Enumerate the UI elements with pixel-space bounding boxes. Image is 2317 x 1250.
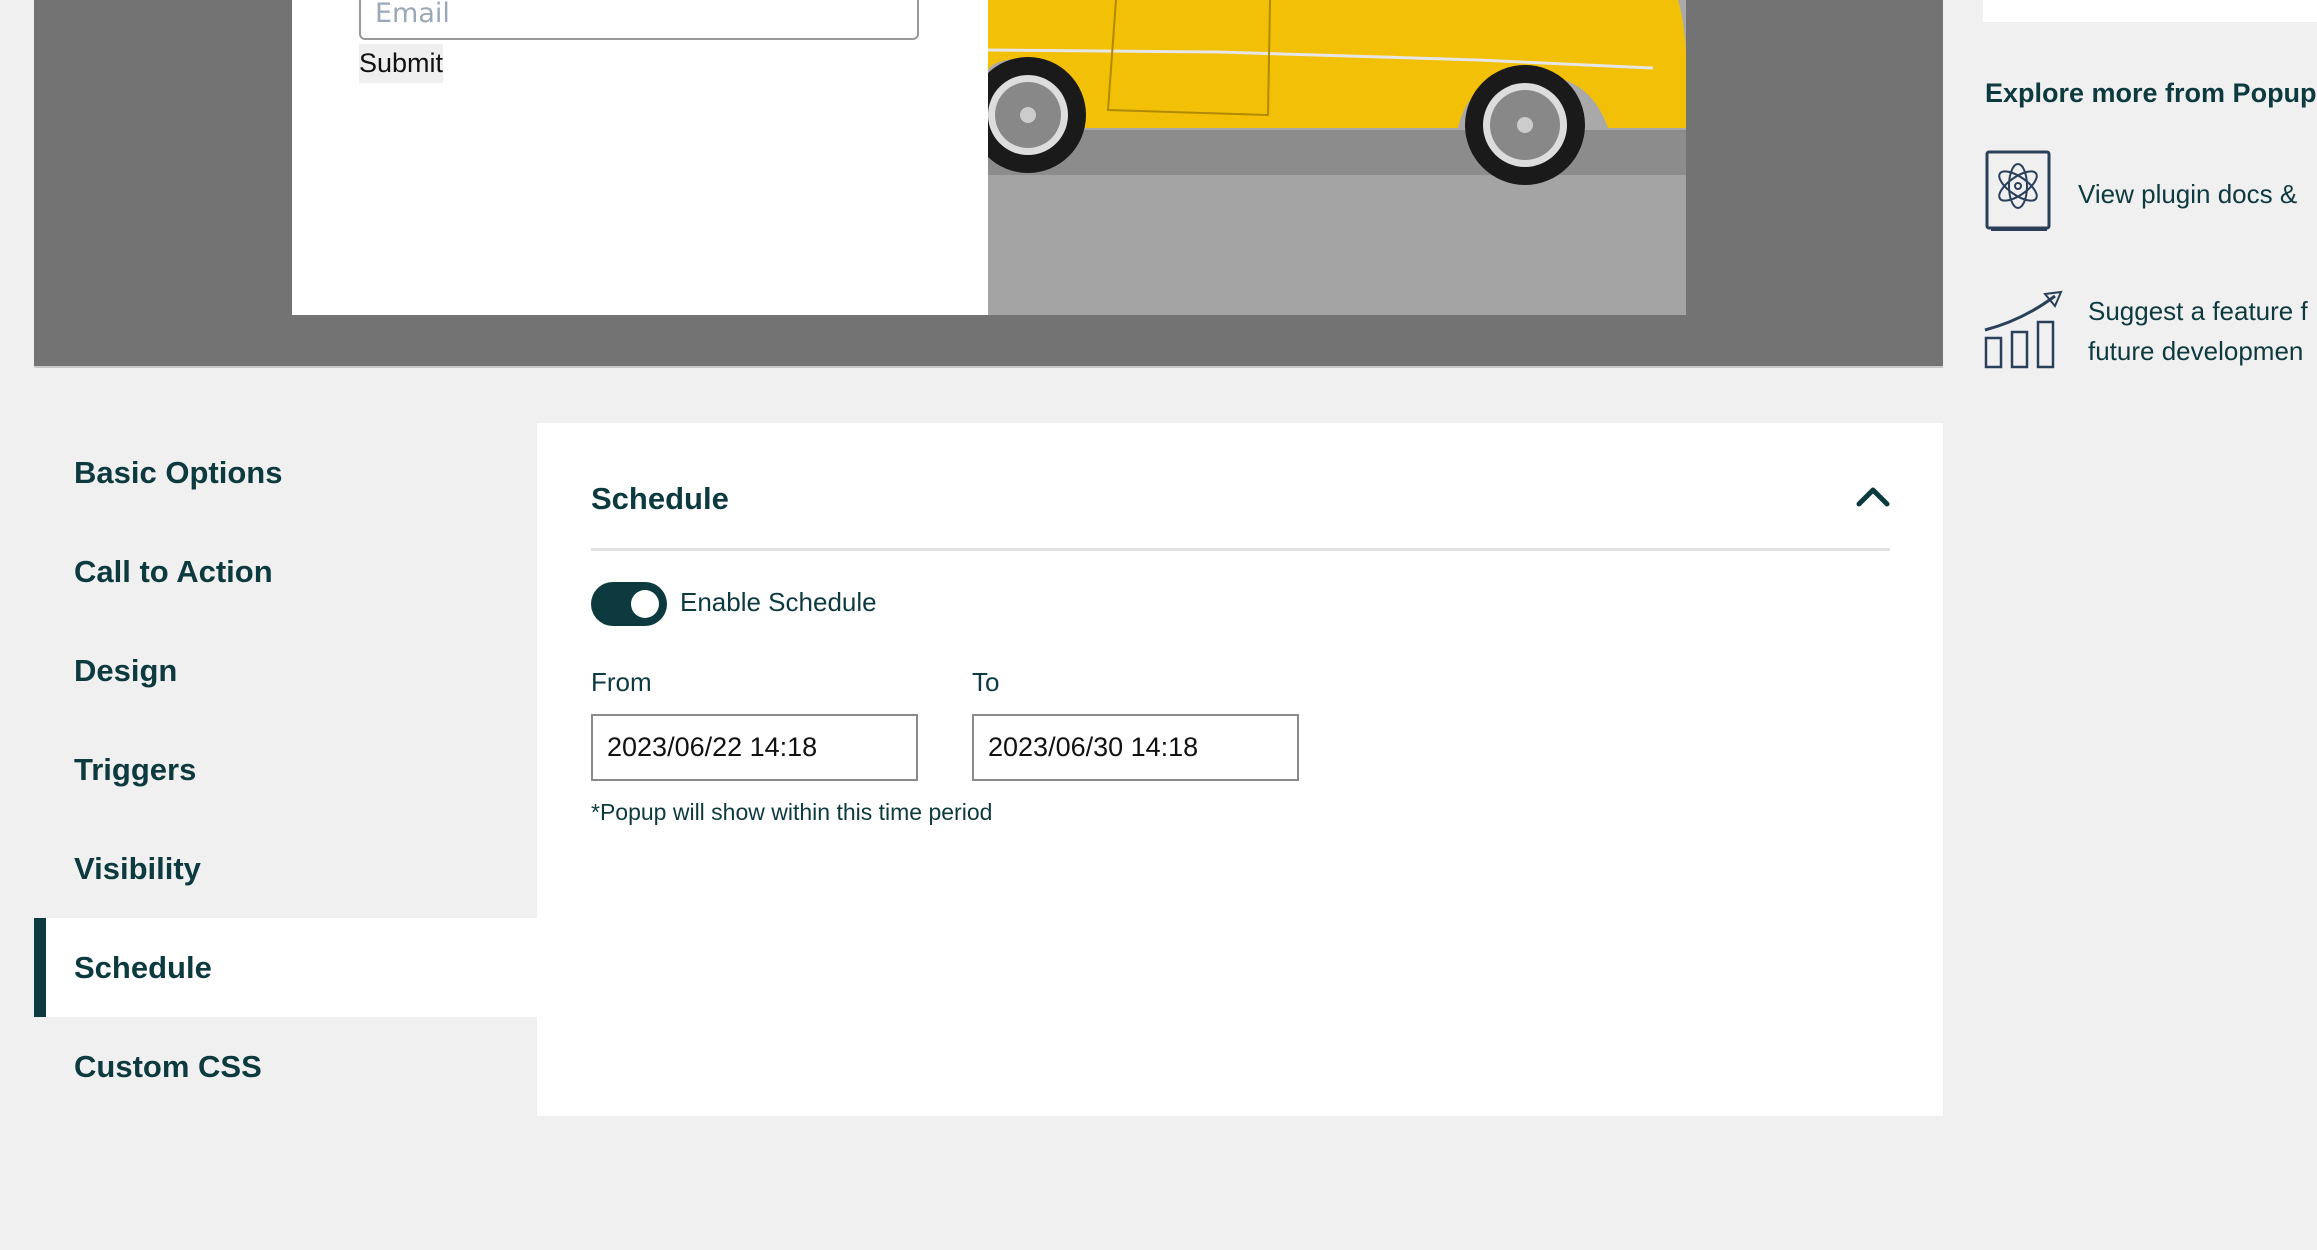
book-atom-icon <box>1985 150 2051 231</box>
suggest-feature-label-line2[interactable]: future developmen <box>2088 331 2303 371</box>
to-label: To <box>972 667 1000 697</box>
popup-image-yellow-car <box>988 0 1686 315</box>
popup-form-panel: Email Submit <box>292 0 988 315</box>
nav-item-schedule[interactable]: Schedule <box>34 918 537 1017</box>
nav-item-custom-css[interactable]: Custom CSS <box>34 1017 537 1116</box>
popup-preview: Email Submit <box>34 0 1943 368</box>
toggle-knob <box>631 590 659 618</box>
divider <box>591 548 1890 551</box>
chevron-up-icon[interactable] <box>1855 483 1891 509</box>
nav-item-basic-options[interactable]: Basic Options <box>34 423 537 522</box>
sidebar-card <box>1983 0 2317 22</box>
nav-item-call-to-action[interactable]: Call to Action <box>34 522 537 621</box>
schedule-note: *Popup will show within this time period <box>591 799 993 825</box>
nav-item-visibility[interactable]: Visibility <box>34 819 537 918</box>
nav-item-triggers[interactable]: Triggers <box>34 720 537 819</box>
email-input[interactable]: Email <box>359 0 919 40</box>
growth-chart-icon <box>1984 290 2063 369</box>
panel-title: Schedule <box>591 481 729 516</box>
suggest-feature-label-line1[interactable]: Suggest a feature f <box>2088 291 2308 331</box>
suggest-feature-link[interactable] <box>1983 290 2063 375</box>
from-datetime-input[interactable]: 2023/06/22 14:18 <box>591 714 918 781</box>
nav-item-design[interactable]: Design <box>34 621 537 720</box>
submit-button[interactable]: Submit <box>359 44 444 83</box>
schedule-panel: Schedule Enable Schedule From To 2023/06… <box>537 423 1943 1116</box>
plugin-docs-link[interactable] <box>1985 150 2051 241</box>
to-datetime-input[interactable]: 2023/06/30 14:18 <box>972 714 1299 781</box>
from-label: From <box>591 667 652 697</box>
enable-schedule-label: Enable Schedule <box>680 587 877 617</box>
explore-title: Explore more from Popup <box>1985 78 2317 108</box>
plugin-docs-link-label[interactable]: View plugin docs & <box>2078 174 2297 214</box>
enable-schedule-toggle[interactable] <box>591 582 667 626</box>
